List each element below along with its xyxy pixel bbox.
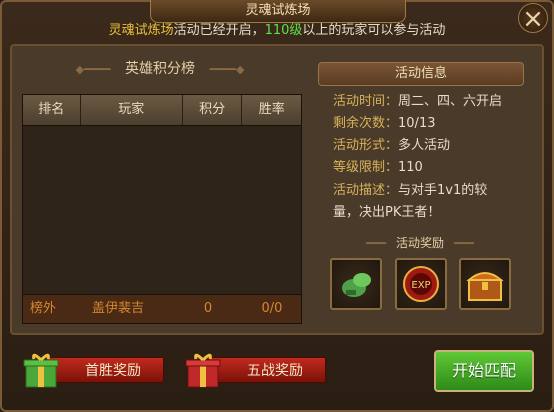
leaderboard-header: 排名 玩家 积分 胜率 xyxy=(23,95,301,126)
gift-box-icon xyxy=(184,351,222,389)
info-remaining: 剩余次数：10/13 xyxy=(333,114,435,134)
exp-orb-icon: EXP xyxy=(403,266,439,302)
first-win-reward-button[interactable]: 首胜奖励 xyxy=(22,351,164,389)
level-value: 110 xyxy=(398,160,423,175)
ornament-right-icon: ━━━ xyxy=(453,237,474,250)
info-form: 活动形式：多人活动 xyxy=(333,136,450,156)
ornament-left-icon: ━━━ xyxy=(366,237,387,250)
reward-slot-potion[interactable] xyxy=(330,258,382,310)
col-score: 积分 xyxy=(183,95,243,125)
remaining-label: 剩余次数： xyxy=(333,116,399,131)
self-rank-row: 榜外 盖伊裴吉 0 0/0 xyxy=(23,294,301,323)
rewards-title-row: ━━━ 活动奖励 ━━━ xyxy=(318,234,522,253)
five-battle-reward-button[interactable]: 五战奖励 xyxy=(184,351,326,389)
col-winrate: 胜率 xyxy=(258,102,285,117)
ornament-right-icon: ━━━━◆ xyxy=(209,63,245,76)
ornament-left-icon: ◆━━━━ xyxy=(75,63,111,76)
info-time: 活动时间：周二、四、六开启 xyxy=(333,92,502,112)
dialog-title: 灵魂试炼场 xyxy=(150,0,406,23)
reward-slot-chest[interactable] xyxy=(459,258,511,310)
self-score: 0 xyxy=(203,301,213,316)
desc-label: 活动描述： xyxy=(333,183,399,198)
leaderboard-title: 英雄积分榜 xyxy=(125,61,195,77)
subtitle-text-1: 活动已经开启， xyxy=(173,23,265,38)
subtitle-event-name: 灵魂试炼场 xyxy=(108,23,174,38)
five-battles-label: 五战奖励 xyxy=(208,357,326,383)
info-level: 等级限制：110 xyxy=(333,158,423,178)
subtitle-text-2: 以上的玩家可以参与活动 xyxy=(302,23,446,38)
time-label: 活动时间： xyxy=(333,94,399,109)
gift-box-icon xyxy=(22,351,60,389)
desc-value-1: 与对手1v1的较 xyxy=(398,183,488,198)
subtitle-level: 110级 xyxy=(264,23,303,38)
leaderboard-title-row: ◆━━━━ 英雄积分榜 ━━━━◆ xyxy=(20,58,300,81)
leaderboard-table[interactable]: 排名 玩家 积分 胜率 榜外 盖伊裴吉 0 0/0 xyxy=(22,94,302,324)
self-winrate: 0/0 xyxy=(261,301,283,316)
level-label: 等级限制： xyxy=(333,160,399,175)
time-value: 周二、四、六开启 xyxy=(398,94,503,109)
event-subtitle: 灵魂试炼场活动已经开启，110级以上的玩家可以参与活动 xyxy=(0,22,554,40)
info-desc: 活动描述：与对手1v1的较 xyxy=(333,181,487,201)
rewards-title: 活动奖励 xyxy=(395,236,444,250)
first-win-label: 首胜奖励 xyxy=(46,357,164,383)
form-label: 活动形式： xyxy=(333,138,399,153)
exp-text: EXP xyxy=(411,280,430,291)
remaining-value: 10/13 xyxy=(398,116,436,131)
col-player: 玩家 xyxy=(81,95,183,125)
activity-info-header: 活动信息 xyxy=(318,62,524,86)
treasure-chest-icon xyxy=(466,272,504,301)
self-rank: 榜外 xyxy=(29,301,56,316)
self-player: 盖伊裴吉 xyxy=(91,301,144,316)
col-rank: 排名 xyxy=(23,95,81,125)
form-value: 多人活动 xyxy=(398,138,451,153)
reward-slot-exp[interactable]: EXP xyxy=(395,258,447,310)
green-potion-icon xyxy=(342,273,371,297)
start-match-button[interactable]: 开始匹配 xyxy=(434,350,534,392)
desc-value-2: 量，决出PK王者！ xyxy=(333,205,441,220)
